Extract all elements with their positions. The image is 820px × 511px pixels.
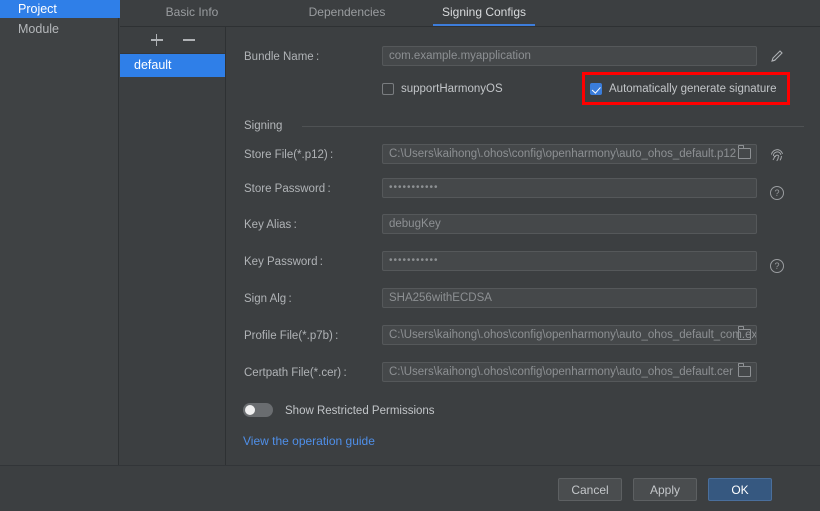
signing-group-title: Signing (244, 120, 289, 132)
signing-config-list-panel: default (120, 27, 226, 465)
sidebar: Project Module (0, 0, 137, 465)
sidebar-item-module[interactable]: Module (0, 20, 137, 38)
auto-generate-signature-checkbox[interactable] (590, 83, 602, 95)
help-icon[interactable]: ? (770, 259, 784, 273)
store-file-value: C:\Users\kaihong\.ohos\config\openharmon… (389, 148, 737, 160)
signing-group-divider (302, 126, 804, 127)
signing-form: Bundle Name : com.example.myapplication … (227, 27, 820, 465)
key-alias-label: Key Alias : (244, 219, 297, 231)
row-key-alias: Key Alias : debugKey (227, 214, 820, 236)
bundle-name-label: Bundle Name : (244, 51, 320, 63)
tab-signing-configs-label: Signing Configs (441, 5, 527, 19)
row-show-restricted-permissions: Show Restricted Permissions (227, 401, 820, 421)
row-store-password: Store Password : ••••••••••• (227, 178, 820, 200)
folder-icon[interactable] (738, 145, 751, 159)
tab-dependencies[interactable]: Dependencies (292, 0, 402, 26)
certpath-file-label: Certpath File(*.cer) : (244, 367, 347, 379)
config-list-item-default[interactable]: default (120, 54, 225, 77)
tab-basic-info-label: Basic Info (165, 5, 219, 19)
signing-configs-dialog: Project Module Basic Info Dependencies S… (0, 0, 820, 511)
tab-signing-configs[interactable]: Signing Configs (425, 0, 543, 26)
apply-button[interactable]: Apply (633, 478, 697, 501)
store-file-label: Store File(*.p12) : (244, 149, 334, 161)
signing-group-header: Signing (227, 120, 820, 132)
row-sign-alg: Sign Alg : SHA256withECDSA (227, 288, 820, 310)
dialog-footer: Cancel Apply OK (0, 465, 820, 511)
add-config-button[interactable] (149, 32, 165, 48)
config-list-item-label: default (134, 58, 172, 72)
profile-file-value: C:\Users\kaihong\.ohos\config\openharmon… (389, 329, 757, 341)
sign-alg-input[interactable]: SHA256withECDSA (382, 288, 757, 308)
key-password-label: Key Password : (244, 256, 324, 268)
minus-icon (182, 39, 195, 41)
row-key-password: Key Password : ••••••••••• (227, 251, 820, 273)
bundle-name-input[interactable]: com.example.myapplication (382, 46, 757, 66)
certpath-file-value: C:\Users\kaihong\.ohos\config\openharmon… (389, 366, 733, 378)
tab-bar: Basic Info Dependencies Signing Configs (120, 0, 820, 27)
profile-file-input[interactable]: C:\Users\kaihong\.ohos\config\openharmon… (382, 325, 757, 345)
auto-generate-signature-label: Automatically generate signature (609, 83, 777, 95)
fingerprint-icon[interactable] (769, 147, 785, 163)
toggle-knob (245, 405, 255, 415)
sidebar-item-module-label: Module (18, 22, 59, 36)
store-password-label: Store Password : (244, 183, 331, 195)
sidebar-item-project[interactable]: Project (0, 0, 137, 18)
cancel-button[interactable]: Cancel (558, 478, 622, 501)
certpath-file-input[interactable]: C:\Users\kaihong\.ohos\config\openharmon… (382, 362, 757, 382)
pencil-icon[interactable] (769, 48, 785, 64)
row-certpath-file: Certpath File(*.cer) : C:\Users\kaihong\… (227, 362, 820, 384)
help-icon[interactable]: ? (770, 186, 784, 200)
row-profile-file: Profile File(*.p7b) : C:\Users\kaihong\.… (227, 325, 820, 347)
row-checkboxes: supportHarmonyOS Automatically generate … (227, 79, 820, 101)
profile-file-label: Profile File(*.p7b) : (244, 330, 339, 342)
key-password-input[interactable]: ••••••••••• (382, 251, 757, 271)
store-file-input[interactable]: C:\Users\kaihong\.ohos\config\openharmon… (382, 144, 757, 164)
sign-alg-label: Sign Alg : (244, 293, 292, 305)
tab-basic-info[interactable]: Basic Info (142, 0, 242, 26)
key-alias-input[interactable]: debugKey (382, 214, 757, 234)
show-restricted-permissions-toggle[interactable] (243, 403, 273, 417)
row-store-file: Store File(*.p12) : C:\Users\kaihong\.oh… (227, 144, 820, 166)
store-password-input[interactable]: ••••••••••• (382, 178, 757, 198)
support-harmonyos-label: supportHarmonyOS (401, 83, 503, 95)
tab-dependencies-label: Dependencies (308, 5, 386, 19)
remove-config-button[interactable] (181, 32, 197, 48)
ok-button[interactable]: OK (708, 478, 772, 501)
sidebar-item-project-label: Project (18, 2, 57, 16)
support-harmonyos-checkbox[interactable] (382, 83, 394, 95)
signing-config-toolbar (120, 27, 225, 54)
folder-icon[interactable] (738, 363, 751, 377)
row-bundle-name: Bundle Name : com.example.myapplication (227, 46, 820, 68)
show-restricted-permissions-label: Show Restricted Permissions (285, 405, 435, 417)
folder-icon[interactable] (738, 326, 751, 340)
operation-guide-link[interactable]: View the operation guide (243, 434, 375, 448)
